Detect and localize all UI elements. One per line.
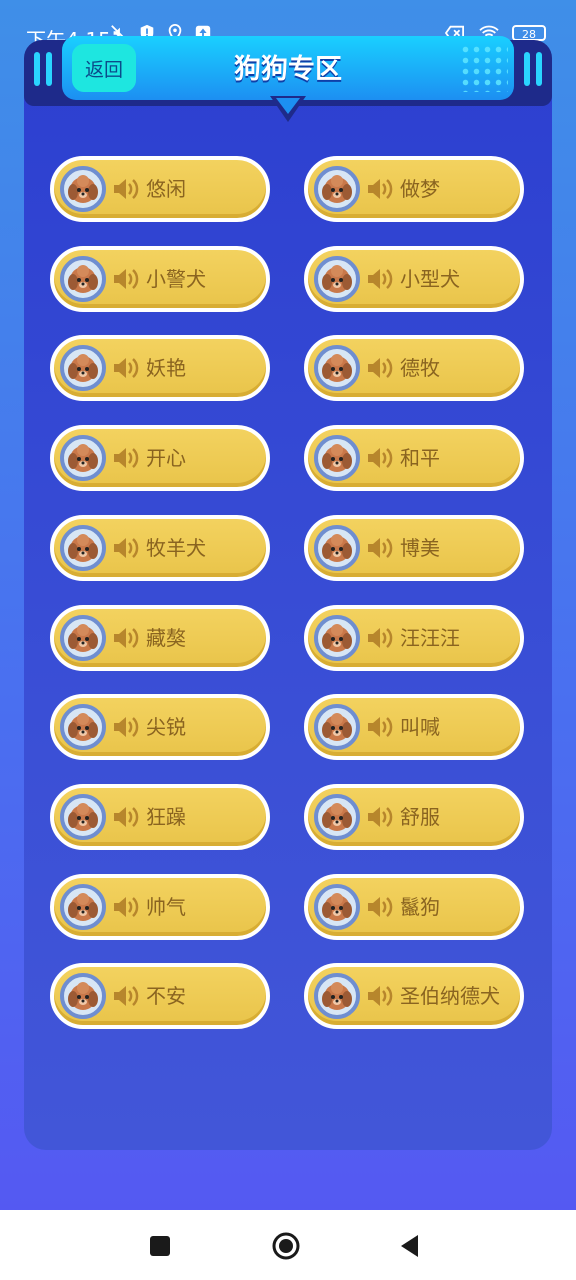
home-button[interactable]	[272, 1232, 300, 1260]
dog-avatar-icon	[314, 345, 360, 391]
sound-item-label: 不安	[146, 984, 186, 1008]
sound-item[interactable]: 汪汪汪	[304, 605, 524, 671]
sound-item[interactable]: 开心	[50, 425, 270, 491]
sound-item[interactable]: 和平	[304, 425, 524, 491]
sound-item[interactable]: 帅气	[50, 874, 270, 940]
speaker-icon	[114, 448, 139, 468]
speaker-icon	[368, 628, 393, 648]
dog-avatar-icon	[314, 884, 360, 930]
sound-item[interactable]: 小警犬	[50, 246, 270, 312]
dog-avatar-icon	[314, 256, 360, 302]
sound-item[interactable]: 悠闲	[50, 156, 270, 222]
sound-item[interactable]: 做梦	[304, 156, 524, 222]
dog-avatar-icon	[60, 973, 106, 1019]
header-decoration-left	[34, 52, 52, 86]
speaker-icon	[114, 897, 139, 917]
sound-item-label: 狂躁	[146, 805, 186, 829]
speaker-icon	[114, 986, 139, 1006]
speaker-icon	[368, 448, 393, 468]
sound-item-label: 叫喊	[400, 715, 440, 739]
header-dot-pattern	[460, 44, 508, 92]
speaker-icon	[114, 628, 139, 648]
sound-item[interactable]: 博美	[304, 515, 524, 581]
sound-item-label: 汪汪汪	[400, 626, 460, 650]
sound-item-label: 藏獒	[146, 626, 186, 650]
back-button[interactable]: 返回	[72, 44, 136, 92]
sound-item-label: 德牧	[400, 356, 440, 380]
dog-avatar-icon	[60, 435, 106, 481]
sound-item[interactable]: 牧羊犬	[50, 515, 270, 581]
speaker-icon	[114, 358, 139, 378]
sound-item[interactable]: 妖艳	[50, 335, 270, 401]
sound-item[interactable]: 叫喊	[304, 694, 524, 760]
speaker-icon	[114, 538, 139, 558]
sound-item-label: 帅气	[146, 895, 186, 919]
sound-item-label: 悠闲	[146, 177, 186, 201]
recent-apps-button[interactable]	[146, 1232, 174, 1260]
battery-icon: 28	[512, 25, 546, 41]
sound-item-label: 做梦	[400, 177, 440, 201]
sound-item-label: 牧羊犬	[146, 536, 206, 560]
speaker-icon	[368, 538, 393, 558]
dog-avatar-icon	[60, 884, 106, 930]
sound-item[interactable]: 小型犬	[304, 246, 524, 312]
dog-avatar-icon	[60, 704, 106, 750]
dog-avatar-icon	[60, 525, 106, 571]
dog-avatar-icon	[314, 704, 360, 750]
sound-item[interactable]: 圣伯纳德犬	[304, 963, 524, 1029]
sound-item[interactable]: 舒服	[304, 784, 524, 850]
speaker-icon	[114, 179, 139, 199]
dog-avatar-icon	[314, 794, 360, 840]
speaker-icon	[114, 717, 139, 737]
sound-item-label: 小警犬	[146, 267, 206, 291]
dog-avatar-icon	[60, 345, 106, 391]
speaker-icon	[368, 179, 393, 199]
sound-item-label: 圣伯纳德犬	[400, 984, 500, 1008]
sound-item[interactable]: 尖锐	[50, 694, 270, 760]
system-nav-bar	[0, 1210, 576, 1280]
sound-item[interactable]: 狂躁	[50, 784, 270, 850]
speaker-icon	[368, 807, 393, 827]
dog-avatar-icon	[60, 794, 106, 840]
dog-avatar-icon	[60, 166, 106, 212]
sound-item-label: 小型犬	[400, 267, 460, 291]
dog-avatar-icon	[314, 166, 360, 212]
header-decoration-right	[524, 52, 542, 86]
sound-item-label: 舒服	[400, 805, 440, 829]
page-title: 狗狗专区	[234, 54, 342, 85]
dog-avatar-icon	[314, 973, 360, 1019]
sound-item[interactable]: 德牧	[304, 335, 524, 401]
sound-item-label: 妖艳	[146, 356, 186, 380]
speaker-icon	[114, 807, 139, 827]
sound-item[interactable]: 鬣狗	[304, 874, 524, 940]
sound-item-label: 鬣狗	[400, 895, 440, 919]
dog-avatar-icon	[314, 435, 360, 481]
back-nav-button[interactable]	[396, 1232, 424, 1260]
speaker-icon	[368, 269, 393, 289]
sound-item-label: 博美	[400, 536, 440, 560]
speaker-icon	[368, 897, 393, 917]
dog-avatar-icon	[60, 256, 106, 302]
speaker-icon	[368, 986, 393, 1006]
sound-item-label: 和平	[400, 446, 440, 470]
sound-item-label: 开心	[146, 446, 186, 470]
dog-avatar-icon	[314, 615, 360, 661]
speaker-icon	[368, 358, 393, 378]
sound-item[interactable]: 藏獒	[50, 605, 270, 671]
speaker-icon	[368, 717, 393, 737]
speaker-icon	[114, 269, 139, 289]
dog-avatar-icon	[314, 525, 360, 571]
dog-avatar-icon	[60, 615, 106, 661]
sound-item[interactable]: 不安	[50, 963, 270, 1029]
sound-item-label: 尖锐	[146, 715, 186, 739]
